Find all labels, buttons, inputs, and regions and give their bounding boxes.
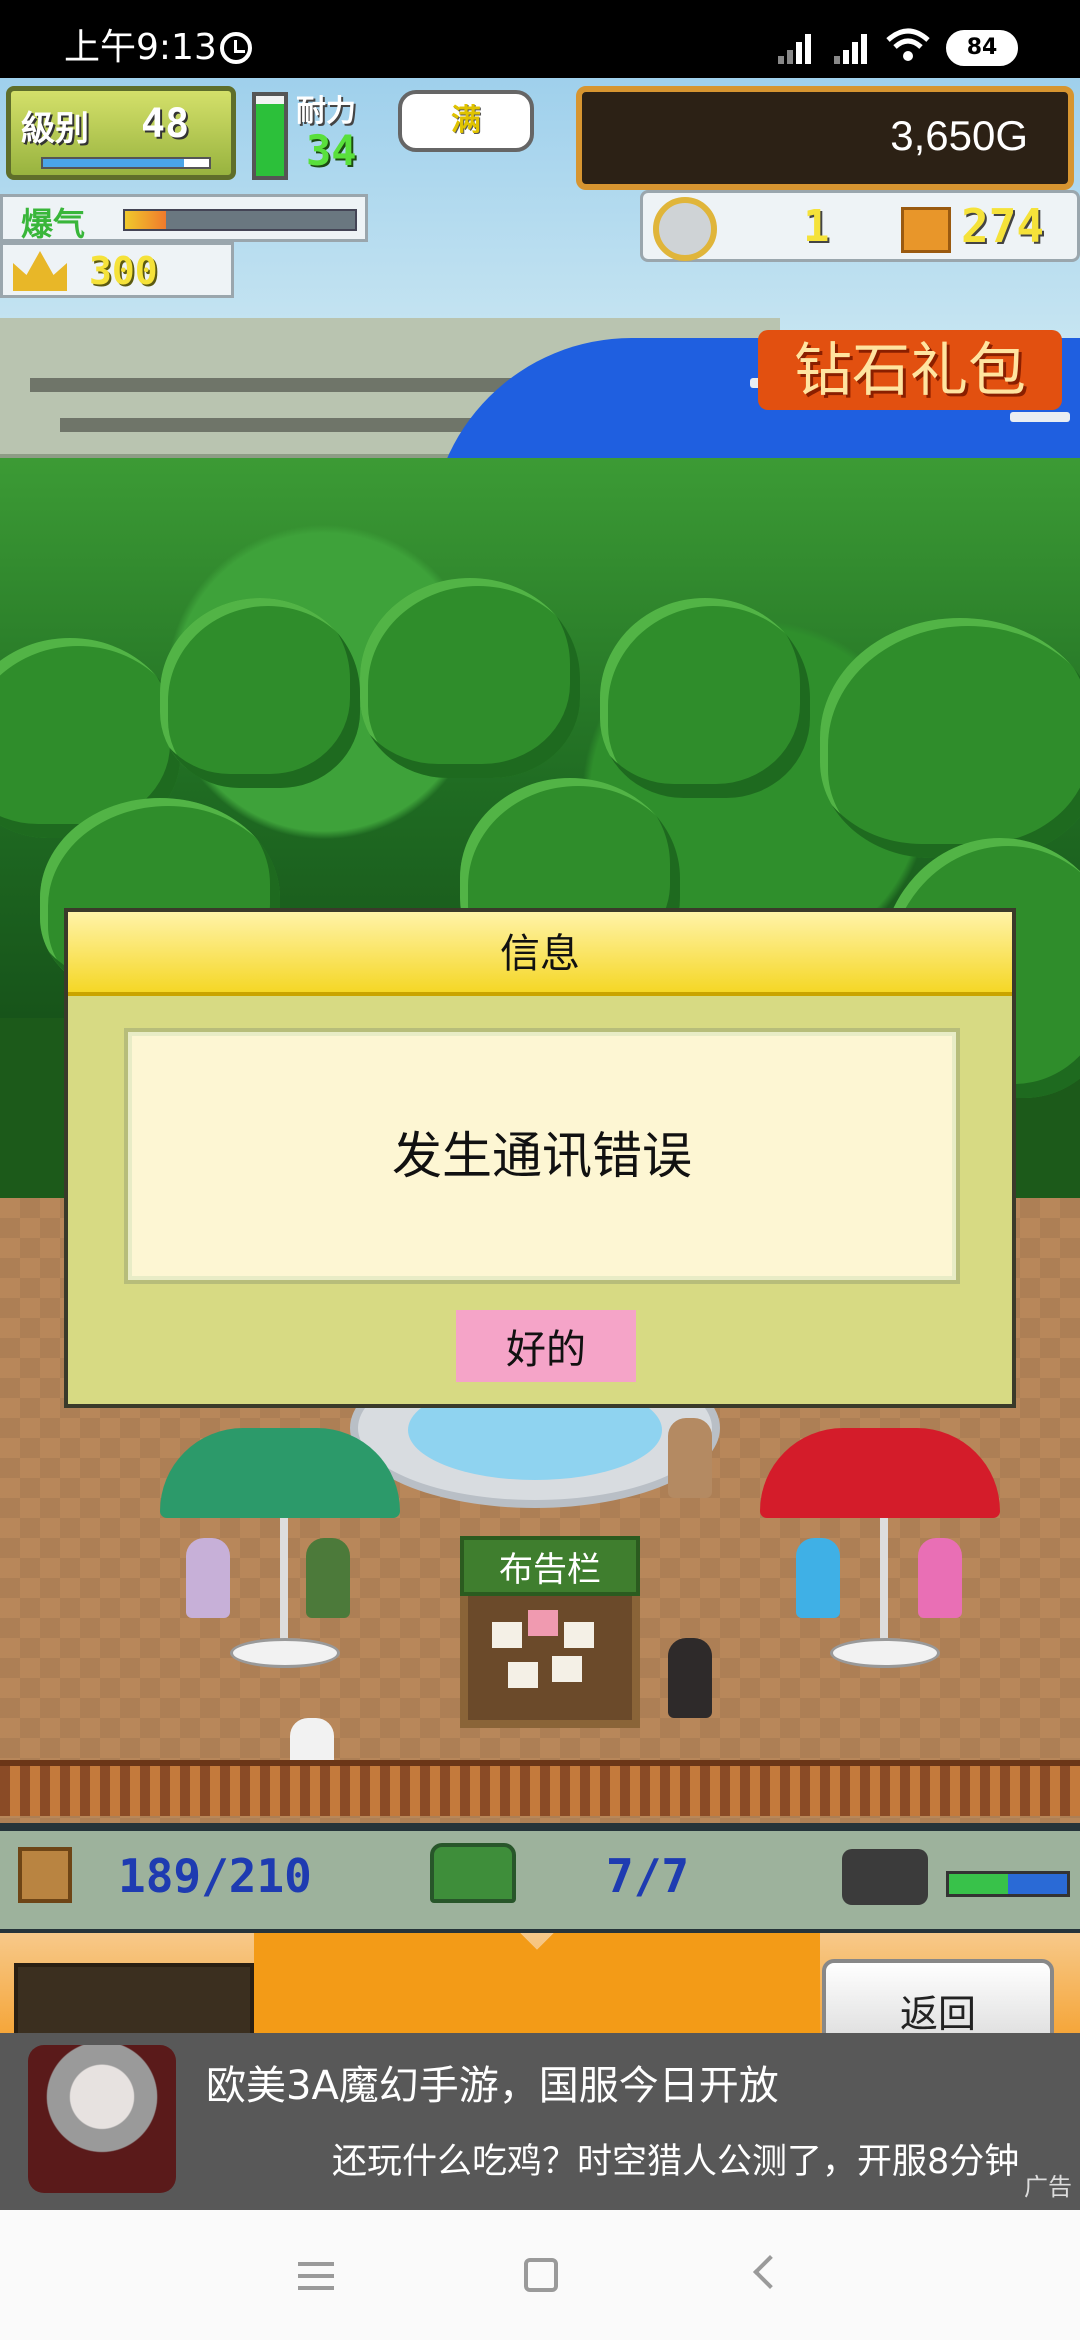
medal-value: 1 [803, 201, 830, 252]
signal-icon [778, 30, 818, 64]
menu-panel[interactable] [14, 1963, 254, 2033]
stamina-gauge [252, 92, 288, 180]
dialog-header: 信息 [68, 912, 1012, 996]
info-dialog: 信息 发生通讯错误 好的 [64, 908, 1016, 1408]
crown-panel: 300 [0, 242, 234, 298]
level-label: 級别 [21, 109, 89, 149]
tree [360, 578, 580, 778]
truck-icon [842, 1849, 928, 1905]
bottom-hud: 189/210 7/7 [0, 1823, 1080, 1933]
gold-value: 3,650G [890, 112, 1028, 159]
status-time: 上午9:13 [64, 27, 217, 68]
alarm-icon [220, 32, 252, 64]
level-panel[interactable]: 級别 48 [6, 86, 236, 180]
ad-tag: 广告 [1024, 2173, 1072, 2201]
staff-count[interactable]: 7/7 [606, 1849, 689, 1903]
dialog-message-box: 发生通讯错误 [124, 1028, 960, 1284]
crate-icon [18, 1847, 72, 1903]
dialog-title: 信息 [500, 931, 580, 977]
wifi-icon [886, 28, 930, 61]
customer-character[interactable] [306, 1538, 350, 1618]
ad-title[interactable]: 欧美3A魔幻手游，国服今日开放 [206, 2053, 779, 2111]
ad-thumbnail[interactable] [28, 2045, 176, 2193]
box-icon [901, 207, 951, 253]
umbrella-pole [880, 1518, 888, 1658]
diamond-pack-button[interactable]: 钻石礼包 [758, 330, 1062, 410]
home-icon[interactable] [524, 2258, 558, 2292]
customer-character[interactable] [668, 1418, 712, 1498]
stamina-value: 34 [306, 126, 357, 175]
tree [600, 598, 810, 798]
level-value: 48 [141, 101, 190, 147]
menu-icon[interactable] [298, 2262, 334, 2290]
navigation-bar [0, 2210, 1080, 2340]
ad-banner[interactable]: 欧美3A魔幻手游，国服今日开放 还玩什么吃鸡？时空猎人公测了，开服8分钟 广告 [0, 2033, 1080, 2210]
customer-character[interactable] [796, 1538, 840, 1618]
game-view[interactable]: 布告栏 級别 48 耐力 34 满 3,650G 爆气 300 1 274 钻石… [0, 78, 1080, 2033]
level-progress-bar [41, 157, 211, 169]
buzz-label: 爆气 [21, 205, 86, 243]
back-button[interactable]: 返回 [822, 1959, 1054, 2033]
menu-arrow [254, 1933, 820, 2033]
gold-display[interactable]: 3,650G [576, 86, 1074, 190]
medal-icon [653, 197, 717, 261]
signal-icon [834, 30, 874, 64]
ad-subtitle[interactable]: 还玩什么吃鸡？时空猎人公测了，开服8分钟 [332, 2133, 1019, 2184]
medal-panel[interactable]: 1 274 [640, 190, 1080, 262]
menu-strip: 返回 [0, 1933, 1080, 2033]
back-icon[interactable] [753, 2255, 787, 2289]
bulletin-board[interactable]: 布告栏 [460, 1536, 640, 1728]
stamina-label: 耐力 [296, 94, 356, 129]
status-bar: 上午9:13 84 [0, 0, 1080, 78]
storage-count[interactable]: 189/210 [118, 1849, 312, 1903]
bulletin-board-title: 布告栏 [460, 1536, 640, 1596]
staff-icon [430, 1843, 516, 1903]
cafe-table [830, 1638, 940, 1668]
dialog-message: 发生通讯错误 [392, 1127, 692, 1185]
stamina-full-badge: 满 [398, 90, 534, 152]
crown-icon [13, 251, 67, 291]
ok-button[interactable]: 好的 [456, 1310, 636, 1382]
cafe-table [230, 1638, 340, 1668]
box-value: 274 [961, 199, 1045, 253]
tree [160, 598, 360, 788]
tree [820, 618, 1080, 858]
fence [0, 1760, 1080, 1816]
buzz-bar [123, 209, 357, 231]
customer-character[interactable] [918, 1538, 962, 1618]
customer-character[interactable] [186, 1538, 230, 1618]
truck-gauge[interactable] [946, 1871, 1070, 1897]
umbrella-pole [280, 1518, 288, 1658]
staff-character[interactable] [668, 1638, 712, 1718]
crown-value: 300 [89, 249, 158, 293]
battery-icon: 84 [946, 30, 1018, 66]
buzz-panel: 爆气 [0, 194, 368, 243]
